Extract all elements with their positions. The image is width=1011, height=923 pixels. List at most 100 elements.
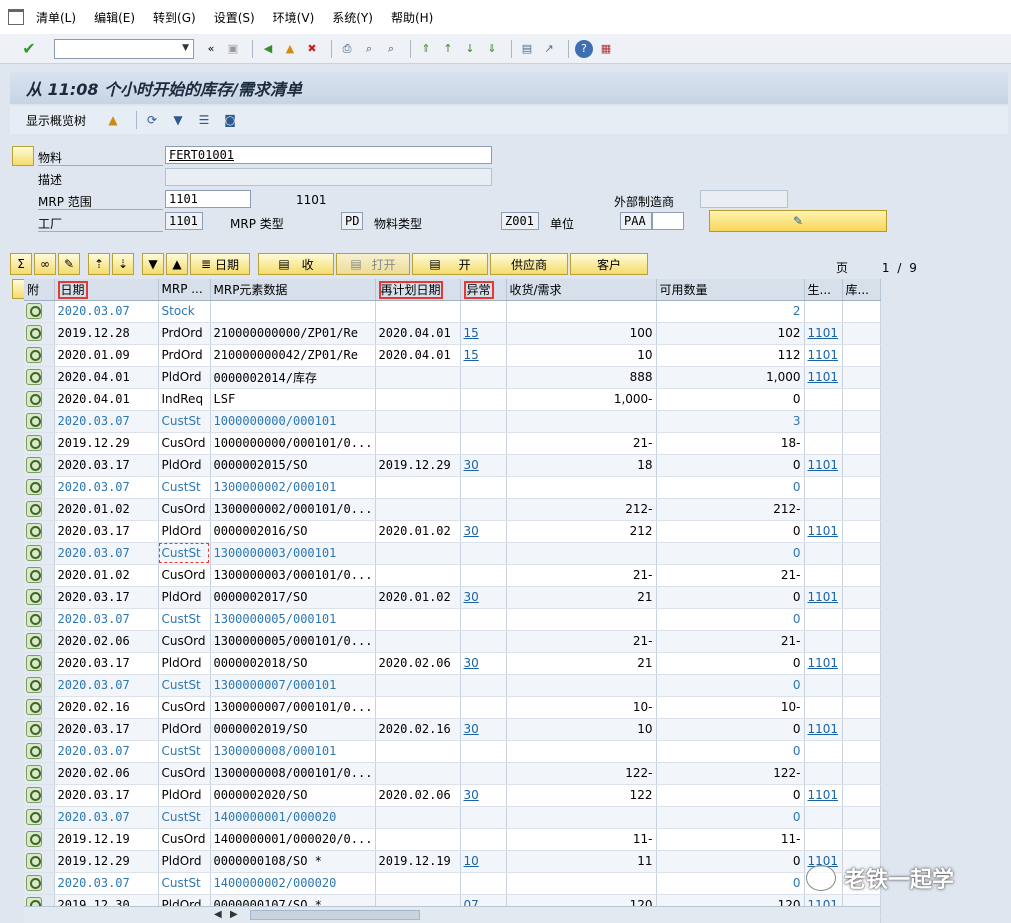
menu-edit[interactable]: 编辑(E) xyxy=(94,9,135,26)
detail-icon-cell[interactable] xyxy=(24,520,55,543)
detail-icon-cell[interactable] xyxy=(24,608,55,631)
magnifier-icon[interactable] xyxy=(26,654,42,671)
cell-exception[interactable] xyxy=(460,696,507,719)
first-page-icon[interactable]: ⇑ xyxy=(417,40,435,58)
detail-icon-cell[interactable] xyxy=(24,806,55,829)
cell-exception[interactable] xyxy=(460,300,507,323)
table-row[interactable]: 2020.04.01 PldOrd 0000002014/库存 888 1,000 110… xyxy=(24,366,881,389)
magnifier-icon[interactable] xyxy=(26,698,42,715)
detail-icon-cell[interactable] xyxy=(24,828,55,851)
save-icon[interactable]: ▣ xyxy=(224,40,242,58)
table-row[interactable]: 2020.04.01 IndReq LSF 1,000- 0 xyxy=(24,388,881,411)
cell-exception[interactable]: 30 xyxy=(460,520,507,543)
table-row[interactable]: 2020.03.07 CustSt 1300000005/000101 0 xyxy=(24,608,881,631)
table-row[interactable]: 2020.03.17 PldOrd 0000002020/SO 2020.02.06 3… xyxy=(24,784,881,807)
magnifier-icon[interactable] xyxy=(26,830,42,847)
cell-exception[interactable] xyxy=(460,762,507,785)
magnifier-icon[interactable] xyxy=(26,742,42,759)
table-row[interactable]: 2020.02.16 CusOrd 1300000007/000101/0... 10… xyxy=(24,696,881,719)
detail-icon-cell[interactable] xyxy=(24,432,55,455)
cell-mfg[interactable] xyxy=(804,608,843,631)
table-row[interactable]: 2020.02.06 CusOrd 1300000008/000101/0... 12… xyxy=(24,762,881,785)
scroll-right-icon[interactable]: ▶ xyxy=(230,909,238,920)
table-row[interactable]: 2019.12.29 CusOrd 1000000000/000101/0... 21… xyxy=(24,432,881,455)
detail-icon-cell[interactable] xyxy=(24,564,55,587)
magnifier-icon[interactable] xyxy=(26,764,42,781)
table-row[interactable]: 2020.03.17 PldOrd 0000002016/SO 2020.01.02 3… xyxy=(24,520,881,543)
expand-icon[interactable]: ▼ xyxy=(142,253,164,275)
detail-icon-cell[interactable] xyxy=(24,410,55,433)
table-row[interactable]: 2019.12.28 PrdOrd 210000000000/ZP01/Re 2020… xyxy=(24,322,881,345)
cell-exception[interactable]: 10 xyxy=(460,850,507,873)
cell-mfg[interactable]: 1101 xyxy=(804,322,843,345)
collapse-icon[interactable]: ▲ xyxy=(166,253,188,275)
help-icon[interactable]: ? xyxy=(575,39,593,58)
magnifier-icon[interactable] xyxy=(26,588,42,605)
magnifier-icon[interactable] xyxy=(26,346,42,363)
cell-mfg[interactable] xyxy=(804,696,843,719)
table-row[interactable]: 2020.03.07 CustSt 1300000007/000101 0 xyxy=(24,674,881,697)
cell-exception[interactable] xyxy=(460,872,507,895)
cell-exception[interactable] xyxy=(460,630,507,653)
detail-icon-cell[interactable] xyxy=(24,542,55,565)
detail-icon-cell[interactable] xyxy=(24,850,55,873)
detail-icon-cell[interactable] xyxy=(24,344,55,367)
cell-exception[interactable] xyxy=(460,476,507,499)
cell-mfg[interactable] xyxy=(804,388,843,411)
print-icon[interactable]: ⎙ xyxy=(338,40,356,58)
settings-filter-icon[interactable]: ◙ xyxy=(221,111,239,129)
mrp-area-field[interactable]: 1101 xyxy=(165,190,251,208)
detail-icon-cell[interactable] xyxy=(24,652,55,675)
menu-help[interactable]: 帮助(H) xyxy=(391,9,433,26)
cancel-icon[interactable]: ✖ xyxy=(303,40,321,58)
magnifier-icon[interactable] xyxy=(26,808,42,825)
magnifier-icon[interactable] xyxy=(26,456,42,473)
customer-button[interactable]: 客户 xyxy=(570,253,648,275)
header-toggle-icon[interactable] xyxy=(12,146,34,166)
enter-check-icon[interactable]: ✔ xyxy=(20,39,38,58)
cell-mfg[interactable] xyxy=(804,498,843,521)
menu-goto[interactable]: 转到(G) xyxy=(153,9,196,26)
table-row[interactable]: 2020.03.17 PldOrd 0000002015/SO 2019.12.29 3… xyxy=(24,454,881,477)
magnifier-icon[interactable] xyxy=(26,720,42,737)
mountain-icon[interactable]: ▲ xyxy=(104,111,122,129)
cell-exception[interactable] xyxy=(460,388,507,411)
table-row[interactable]: 2020.03.17 PldOrd 0000002019/SO 2020.02.16 3… xyxy=(24,718,881,741)
cell-exception[interactable]: 15 xyxy=(460,322,507,345)
detail-icon-cell[interactable] xyxy=(24,454,55,477)
magnifier-icon[interactable] xyxy=(26,566,42,583)
shortcut-icon[interactable]: ↗ xyxy=(540,40,558,58)
sum-icon[interactable]: Σ xyxy=(10,253,32,275)
cell-mfg[interactable]: 1101 xyxy=(804,454,843,477)
cell-exception[interactable] xyxy=(460,806,507,829)
magnifier-icon[interactable] xyxy=(26,368,42,385)
show-overview-tree-button[interactable]: 显示概览树 xyxy=(26,112,86,129)
cell-exception[interactable]: 15 xyxy=(460,344,507,367)
edit-button[interactable]: ✎ xyxy=(709,210,887,232)
menu-settings[interactable]: 设置(S) xyxy=(214,9,255,26)
detail-icon-cell[interactable] xyxy=(24,696,55,719)
table-row[interactable]: 2020.03.17 PldOrd 0000002018/SO 2020.02.06 3… xyxy=(24,652,881,675)
sort-asc-icon[interactable]: ⇡ xyxy=(88,253,110,275)
exit-icon[interactable]: ▲ xyxy=(281,40,299,58)
cell-mfg[interactable] xyxy=(804,762,843,785)
unit-extra-field[interactable] xyxy=(652,212,684,230)
table-row[interactable]: 2020.01.09 PrdOrd 210000000042/ZP01/Re 2020… xyxy=(24,344,881,367)
cell-exception[interactable]: 30 xyxy=(460,652,507,675)
table-row[interactable]: 2020.03.17 PldOrd 0000002017/SO 2020.01.02 3… xyxy=(24,586,881,609)
detail-icon-cell[interactable] xyxy=(24,366,55,389)
supplier-button[interactable]: 供应商 xyxy=(490,253,568,275)
detail-icon-cell[interactable] xyxy=(24,674,55,697)
next-page-icon[interactable]: ↓ xyxy=(461,40,479,58)
magnifier-icon[interactable] xyxy=(26,852,42,869)
table-row[interactable]: 2020.03.07 CustSt 1000000000/000101 3 xyxy=(24,410,881,433)
cell-exception[interactable] xyxy=(460,498,507,521)
col-header-receipt-req[interactable]: 收货/需求 xyxy=(506,279,657,301)
table-row[interactable]: 2020.03.07 CustSt 1300000003/000101 0 xyxy=(24,542,881,565)
cell-exception[interactable] xyxy=(460,542,507,565)
col-header-mrp-element[interactable]: MRP ... xyxy=(158,279,211,301)
magnifier-icon[interactable] xyxy=(26,610,42,627)
select-icon[interactable]: ☰ xyxy=(195,111,213,129)
magnifier-icon[interactable] xyxy=(26,676,42,693)
col-header-date[interactable]: 日期 xyxy=(54,279,159,301)
